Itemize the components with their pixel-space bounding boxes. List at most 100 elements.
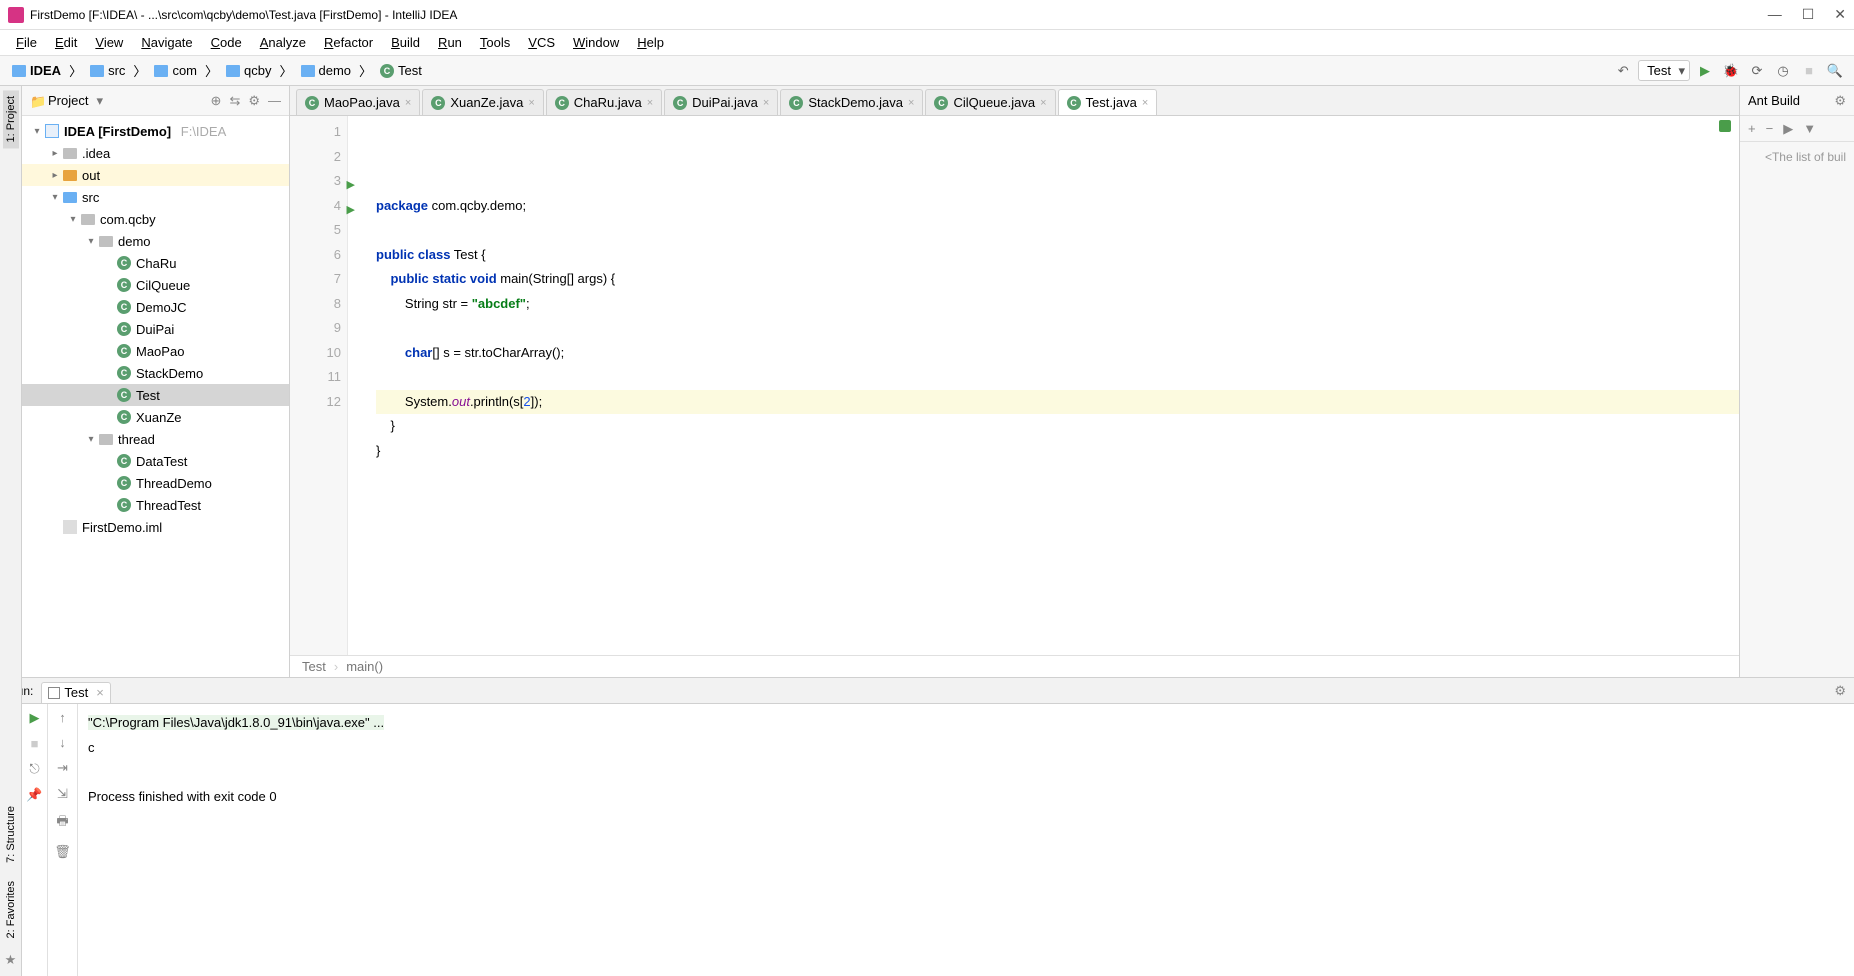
print-icon[interactable]: 🖶 xyxy=(56,812,68,834)
up-icon[interactable]: ↑ xyxy=(59,710,66,725)
structure-tool-tab[interactable]: 7: Structure xyxy=(3,802,19,867)
tab-close-icon[interactable]: × xyxy=(763,97,769,109)
tree-item-threaddemo[interactable]: ThreadDemo xyxy=(22,472,289,494)
breadcrumb-test[interactable]: Test xyxy=(376,61,426,80)
breadcrumb-demo[interactable]: demo xyxy=(297,61,356,80)
menu-edit[interactable]: Edit xyxy=(47,31,85,54)
back-icon[interactable]: ↶ xyxy=(1612,60,1634,82)
code-line-4[interactable]: public static void main(String[] args) { xyxy=(376,267,1739,292)
ant-add-icon[interactable]: + xyxy=(1748,121,1756,136)
project-tree[interactable]: ▾IDEA [FirstDemo] F:\IDEA▸.idea▸out▾src▾… xyxy=(22,116,289,677)
crumb-method[interactable]: main() xyxy=(346,659,383,674)
coverage-button[interactable]: ⟳ xyxy=(1746,60,1768,82)
tab-xuanze-java[interactable]: XuanZe.java× xyxy=(422,89,543,115)
tab-close-icon[interactable]: × xyxy=(908,97,914,109)
tree-item-idea-firstdemo-[interactable]: ▾IDEA [FirstDemo] F:\IDEA xyxy=(22,120,289,142)
tree-item-datatest[interactable]: DataTest xyxy=(22,450,289,472)
tree-item--idea[interactable]: ▸.idea xyxy=(22,142,289,164)
menu-tools[interactable]: Tools xyxy=(472,31,518,54)
ant-remove-icon[interactable]: − xyxy=(1766,121,1774,136)
tab-maopao-java[interactable]: MaoPao.java× xyxy=(296,89,420,115)
settings-icon[interactable]: ⚙ xyxy=(248,93,260,109)
console-output[interactable]: "C:\Program Files\Java\jdk1.8.0_91\bin\j… xyxy=(78,704,1854,976)
tree-item-duipai[interactable]: DuiPai xyxy=(22,318,289,340)
code-line-6[interactable] xyxy=(376,316,1739,341)
ant-settings-icon[interactable]: ⚙ xyxy=(1834,93,1846,109)
tree-item-thread[interactable]: ▾thread xyxy=(22,428,289,450)
tree-item-demojc[interactable]: DemoJC xyxy=(22,296,289,318)
down-icon[interactable]: ↓ xyxy=(59,735,66,750)
tab-close-icon[interactable]: × xyxy=(405,97,411,109)
ant-filter-icon[interactable]: ▼ xyxy=(1803,121,1816,136)
pin-icon[interactable]: 📌 xyxy=(26,787,42,803)
locate-icon[interactable]: ⊕ xyxy=(211,93,222,109)
code-line-7[interactable]: char[] s = str.toCharArray(); xyxy=(376,341,1739,366)
tab-close-icon[interactable]: × xyxy=(528,97,534,109)
tree-item-out[interactable]: ▸out xyxy=(22,164,289,186)
tree-item-test[interactable]: Test xyxy=(22,384,289,406)
expand-icon[interactable]: ⇆ xyxy=(229,93,240,109)
run-tab[interactable]: Test × xyxy=(41,682,110,704)
code-line-2[interactable] xyxy=(376,218,1739,243)
trash-icon[interactable]: 🗑 xyxy=(54,844,71,860)
rerun-icon[interactable]: ▶ xyxy=(30,710,40,726)
code-line-1[interactable]: package com.qcby.demo; xyxy=(376,194,1739,219)
menu-file[interactable]: File xyxy=(8,31,45,54)
tab-test-java[interactable]: Test.java× xyxy=(1058,89,1158,115)
run-settings-icon[interactable]: ⚙ xyxy=(1834,683,1846,699)
tree-item-charu[interactable]: ChaRu xyxy=(22,252,289,274)
code-line-10[interactable]: } xyxy=(376,414,1739,439)
favorites-tool-tab[interactable]: 2: Favorites xyxy=(3,877,19,942)
menu-build[interactable]: Build xyxy=(383,31,428,54)
menu-run[interactable]: Run xyxy=(430,31,470,54)
search-everywhere-icon[interactable]: 🔍 xyxy=(1824,60,1846,82)
code-line-11[interactable]: } xyxy=(376,439,1739,464)
exit-icon[interactable]: ⎋ xyxy=(29,761,39,777)
menu-view[interactable]: View xyxy=(87,31,131,54)
code-line-8[interactable] xyxy=(376,365,1739,390)
run-config-dropdown[interactable]: Test xyxy=(1638,60,1690,81)
debug-button[interactable]: 🐞 xyxy=(1720,60,1742,82)
menu-help[interactable]: Help xyxy=(629,31,672,54)
stop-button[interactable]: ■ xyxy=(1798,60,1820,82)
tab-charu-java[interactable]: ChaRu.java× xyxy=(546,89,662,115)
gutter-run-icon[interactable]: ▶ xyxy=(347,198,355,223)
tree-item-maopao[interactable]: MaoPao xyxy=(22,340,289,362)
breadcrumb-com[interactable]: com xyxy=(150,61,201,80)
tab-close-icon[interactable]: × xyxy=(1040,97,1046,109)
run-button[interactable]: ▶ xyxy=(1694,60,1716,82)
breadcrumb-src[interactable]: src xyxy=(86,61,129,80)
run-tab-close-icon[interactable]: × xyxy=(96,685,104,700)
breadcrumb-qcby[interactable]: qcby xyxy=(222,61,275,80)
close-button[interactable]: ✕ xyxy=(1834,6,1846,23)
menu-vcs[interactable]: VCS xyxy=(520,31,563,54)
tree-item-stackdemo[interactable]: StackDemo xyxy=(22,362,289,384)
breadcrumb-idea[interactable]: IDEA xyxy=(8,61,65,80)
collapse-icon[interactable]: — xyxy=(268,93,281,109)
project-panel-title[interactable]: 📁 Project xyxy=(30,93,211,109)
maximize-button[interactable]: ☐ xyxy=(1802,6,1815,23)
code-content[interactable]: package com.qcby.demo; public class Test… xyxy=(368,116,1739,655)
tree-item-xuanze[interactable]: XuanZe xyxy=(22,406,289,428)
menu-code[interactable]: Code xyxy=(203,31,250,54)
ant-run-icon[interactable]: ▶ xyxy=(1783,121,1793,137)
stop-icon[interactable]: ■ xyxy=(31,736,39,751)
tree-item-com-qcby[interactable]: ▾com.qcby xyxy=(22,208,289,230)
menu-window[interactable]: Window xyxy=(565,31,627,54)
tree-item-cilqueue[interactable]: CilQueue xyxy=(22,274,289,296)
wrap-icon[interactable]: ⇥ xyxy=(57,760,68,776)
tree-item-threadtest[interactable]: ThreadTest xyxy=(22,494,289,516)
tab-close-icon[interactable]: × xyxy=(647,97,653,109)
gutter-run-icon[interactable]: ▶ xyxy=(347,173,355,198)
code-line-5[interactable]: String str = "abcdef"; xyxy=(376,292,1739,317)
tab-close-icon[interactable]: × xyxy=(1142,97,1148,109)
minimize-button[interactable]: — xyxy=(1768,6,1782,23)
profile-button[interactable]: ◷ xyxy=(1772,60,1794,82)
project-tool-tab[interactable]: 1: Project xyxy=(3,90,19,148)
inspection-status-icon[interactable] xyxy=(1719,120,1731,132)
tab-stackdemo-java[interactable]: StackDemo.java× xyxy=(780,89,923,115)
tree-item-firstdemo-iml[interactable]: FirstDemo.iml xyxy=(22,516,289,538)
code-line-9[interactable]: System.out.println(s[2]); xyxy=(376,390,1739,415)
crumb-class[interactable]: Test xyxy=(302,659,326,674)
menu-refactor[interactable]: Refactor xyxy=(316,31,381,54)
